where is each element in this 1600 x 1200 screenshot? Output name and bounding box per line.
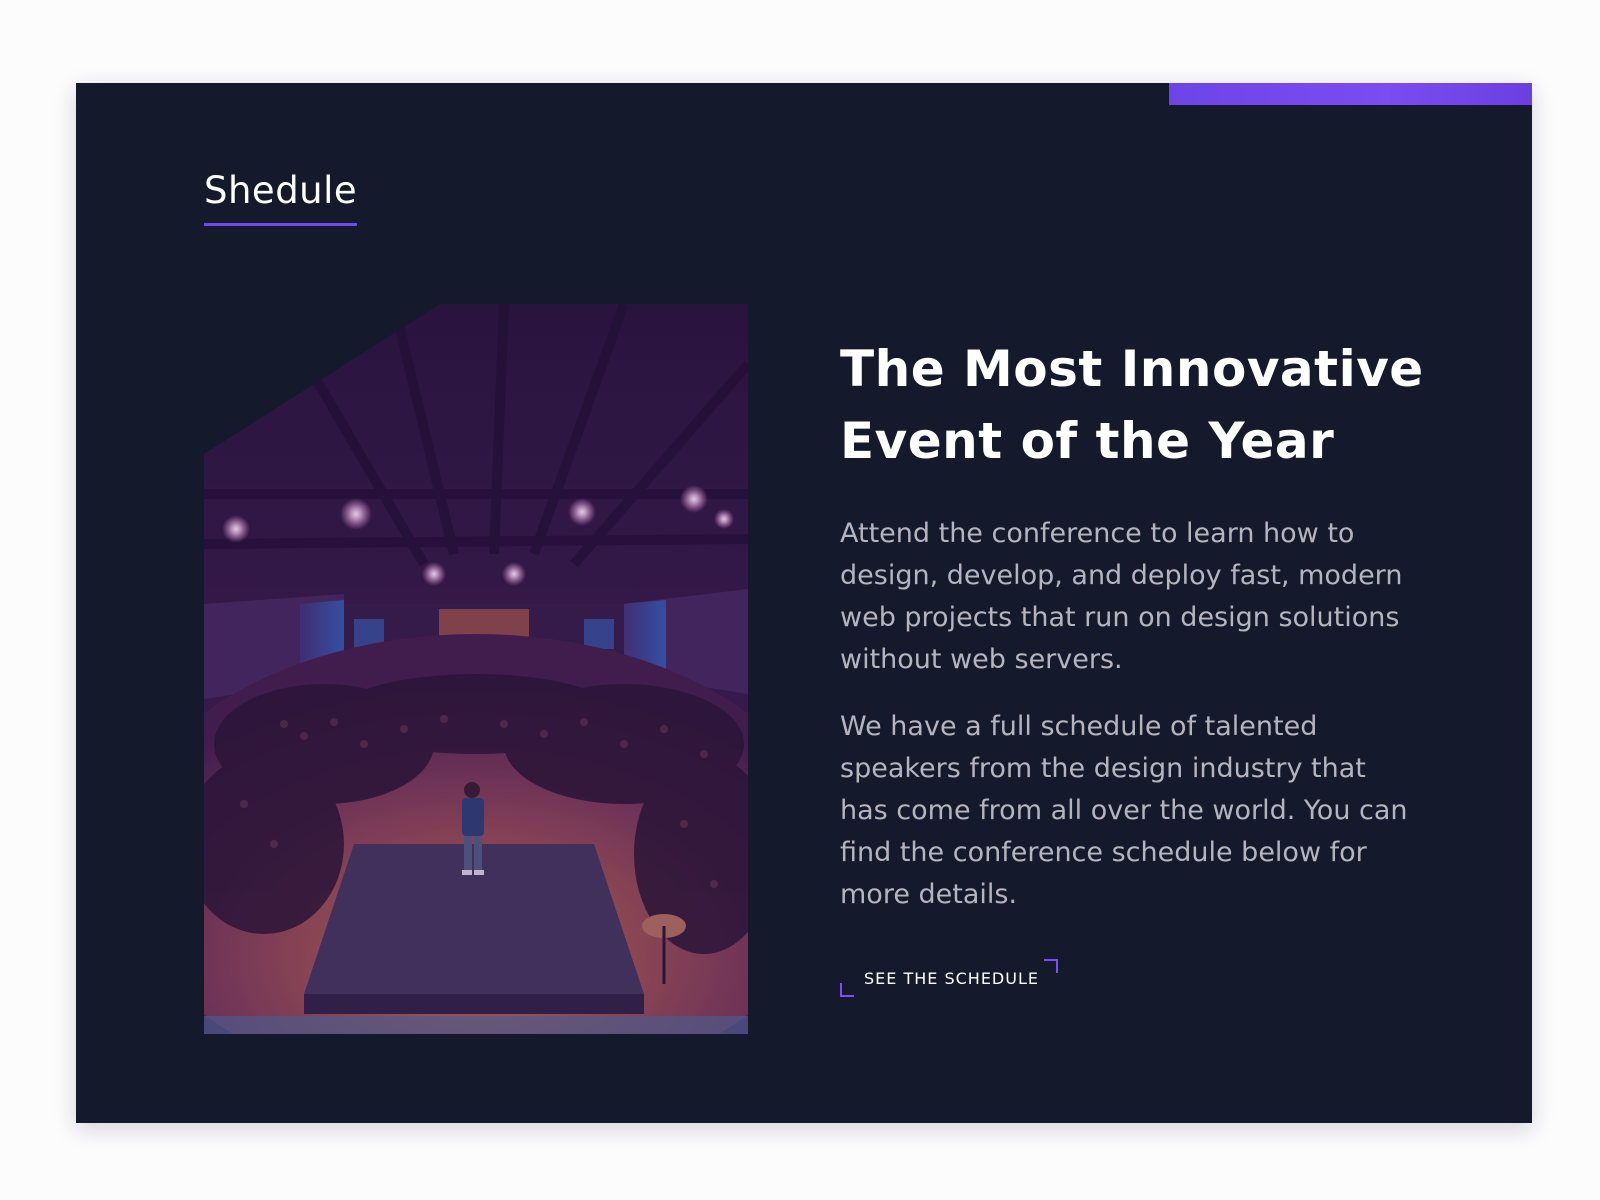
see-schedule-label: SEE THE SCHEDULE [864,969,1039,988]
accent-bar [1169,83,1532,105]
conference-photo-illustration [204,304,748,1034]
see-schedule-button[interactable]: SEE THE SCHEDULE [840,959,1058,997]
section-title: Shedule [204,167,358,227]
hero-paragraph-1: Attend the conference to learn how to de… [840,518,1403,675]
corner-bracket-icon [1044,959,1058,973]
corner-bracket-icon [840,983,854,997]
hero-headline: The Most Innovative Event of the Year [840,340,1424,470]
hero-paragraph-2: We have a full schedule of talented spea… [840,711,1408,910]
schedule-section: Shedule The Most Innovative Event of the… [76,83,1532,1123]
conference-photo [204,304,748,1034]
